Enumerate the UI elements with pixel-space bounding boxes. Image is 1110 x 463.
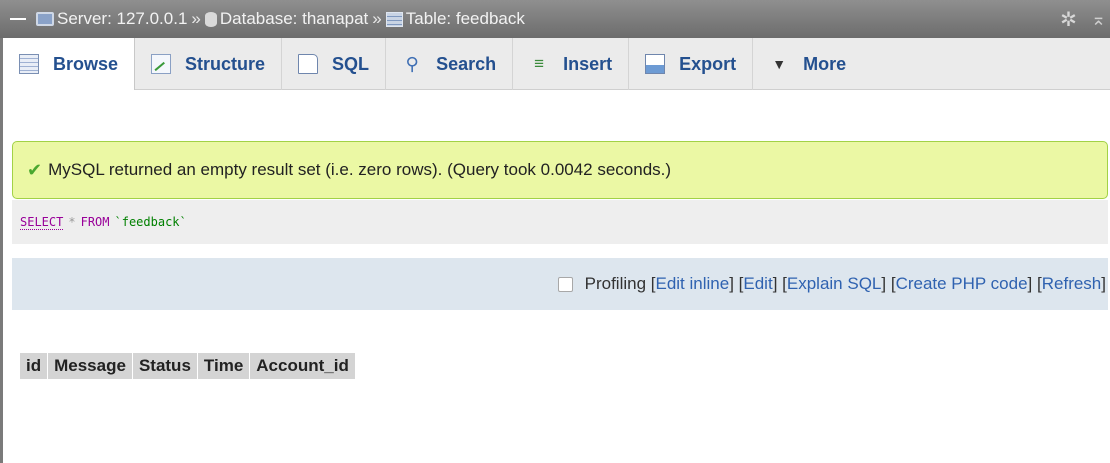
gear-icon[interactable]: ✲ <box>1060 7 1077 32</box>
explain-sql-link[interactable]: Explain SQL <box>787 274 882 294</box>
breadcrumb-separator: » <box>372 9 382 28</box>
breadcrumb-database[interactable]: Database: thanapat <box>204 9 368 29</box>
server-icon <box>36 12 54 26</box>
profiling-label[interactable]: Profiling <box>585 274 646 294</box>
profiling-checkbox[interactable] <box>557 276 573 292</box>
edit-inline-link[interactable]: Edit inline <box>655 274 729 294</box>
tab-more[interactable]: ▼ More <box>753 38 862 90</box>
tab-label: Export <box>679 53 737 74</box>
browse-icon <box>19 54 39 74</box>
breadcrumb-table-label[interactable]: Table: feedback <box>406 9 525 29</box>
success-message: ✔ MySQL returned an empty result set (i.… <box>12 141 1108 199</box>
refresh-link[interactable]: Refresh <box>1042 274 1102 294</box>
sql-table-identifier: `feedback` <box>114 215 187 229</box>
topbar-controls: ✲ ⌅ <box>1060 0 1110 38</box>
triangle-down-icon: ▼ <box>772 56 787 72</box>
column-header-status[interactable]: Status <box>131 353 197 379</box>
collapse-top-icon[interactable]: ⌅ <box>1091 9 1106 30</box>
column-header-time[interactable]: Time <box>196 353 250 379</box>
export-icon <box>645 54 666 74</box>
breadcrumb-server[interactable]: Server: 127.0.0.1 <box>36 9 187 29</box>
tab-label: More <box>803 53 847 74</box>
column-header-id[interactable]: id <box>20 353 48 379</box>
edit-link[interactable]: Edit <box>743 274 772 294</box>
tab-export[interactable]: Export <box>629 38 754 90</box>
breadcrumb-database-label[interactable]: Database: thanapat <box>220 9 368 29</box>
collapse-navigation-button[interactable] <box>0 0 36 38</box>
success-message-text: MySQL returned an empty result set (i.e.… <box>48 160 672 179</box>
sql-keyword-from: FROM <box>80 215 110 229</box>
tab-label: Insert <box>563 53 613 74</box>
sql-star: * <box>68 215 76 229</box>
tab-label: SQL <box>332 53 370 74</box>
column-header-message[interactable]: Message <box>47 353 132 379</box>
sql-query-display: SELECT * FROM `feedback` <box>12 200 1108 244</box>
minus-icon <box>10 18 26 20</box>
tab-sql[interactable]: SQL <box>282 38 387 90</box>
tab-label: Browse <box>53 53 119 74</box>
sql-keyword-select[interactable]: SELECT <box>20 215 64 230</box>
tab-label: Search <box>436 53 497 74</box>
table-icon <box>385 11 403 27</box>
check-icon: ✔ <box>27 159 43 180</box>
query-actions-bar: Profiling [Edit inline] [ Edit ] [ Expla… <box>12 258 1108 310</box>
result-table-header: id Message Status Time Account_id <box>20 353 355 379</box>
tab-bar: Browse Structure SQL ⚲ Search ≡ Insert E… <box>3 38 1110 90</box>
create-php-code-link[interactable]: Create PHP code <box>896 274 1028 294</box>
tab-browse[interactable]: Browse <box>3 38 136 90</box>
database-icon <box>204 11 217 27</box>
search-icon: ⚲ <box>405 53 419 74</box>
breadcrumb-server-label[interactable]: Server: 127.0.0.1 <box>57 9 187 29</box>
insert-icon: ≡ <box>534 54 545 73</box>
breadcrumb-bar: Server: 127.0.0.1 » Database: thanapat »… <box>0 0 1110 38</box>
breadcrumb-table[interactable]: Table: feedback <box>385 9 525 29</box>
tab-structure[interactable]: Structure <box>135 38 283 90</box>
tab-search[interactable]: ⚲ Search <box>386 38 514 90</box>
structure-icon <box>151 54 172 74</box>
breadcrumb-separator: » <box>191 9 201 28</box>
tab-label: Structure <box>185 53 266 74</box>
column-header-account-id[interactable]: Account_id <box>249 353 355 379</box>
tab-insert[interactable]: ≡ Insert <box>513 38 630 90</box>
sql-icon <box>298 54 319 74</box>
